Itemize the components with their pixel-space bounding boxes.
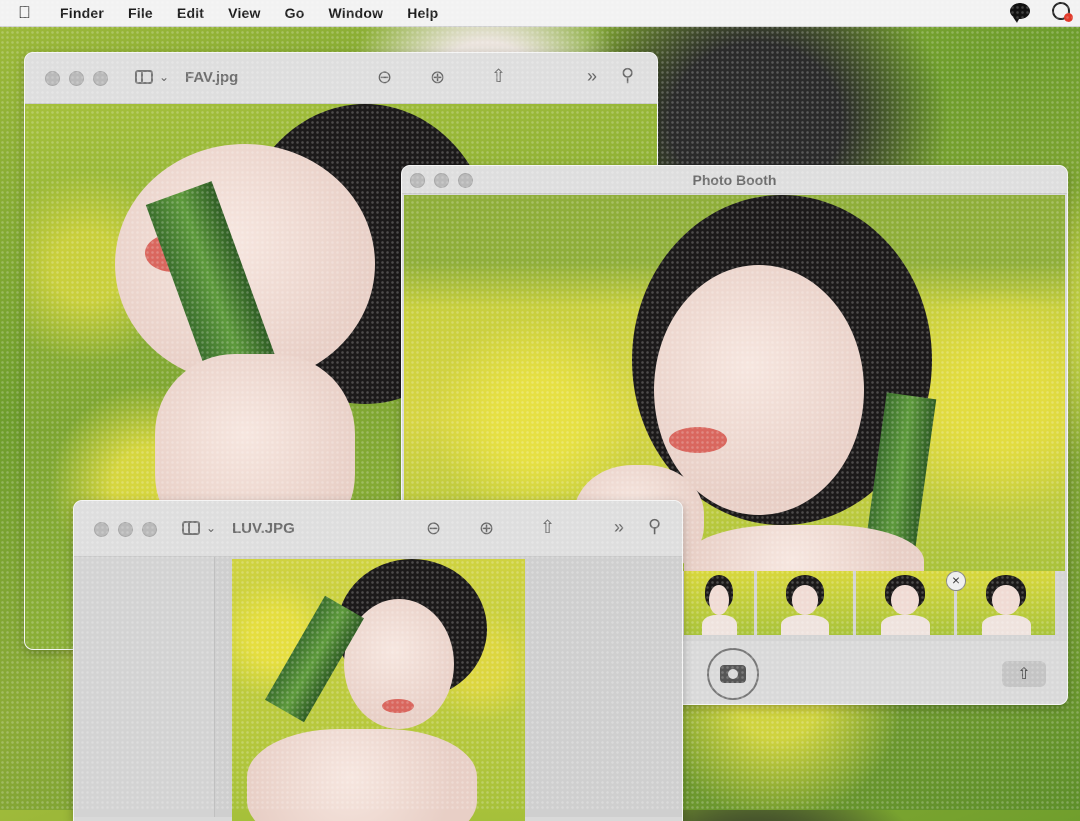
- menu-app-name[interactable]: Finder: [60, 5, 104, 21]
- window-controls: [45, 71, 108, 86]
- titlebar-fav[interactable]: ⌄ FAV.jpg ⊖ ⊕ ⇧ » ⚲: [25, 53, 657, 104]
- menu-edit[interactable]: Edit: [177, 5, 204, 21]
- menu-go[interactable]: Go: [285, 5, 305, 21]
- window-title: FAV.jpg: [185, 69, 239, 86]
- titlebar-luv[interactable]: ⌄ LUV.JPG ⊖ ⊕ ⇧ » ⚲: [74, 501, 682, 557]
- chevron-double-right-icon[interactable]: »: [587, 67, 597, 85]
- zoom-out-icon[interactable]: ⊖: [426, 519, 441, 537]
- menu-view[interactable]: View: [228, 5, 260, 21]
- minimize-button[interactable]: [118, 522, 133, 537]
- thumbnail-4[interactable]: [957, 571, 1055, 635]
- zoom-out-icon[interactable]: ⊖: [377, 68, 392, 86]
- share-icon[interactable]: ⇧: [540, 518, 555, 536]
- zoom-button[interactable]: [93, 71, 108, 86]
- zoom-button[interactable]: [142, 522, 157, 537]
- share-icon[interactable]: ⇧: [491, 67, 506, 85]
- titlebar-photobooth[interactable]: Photo Booth: [402, 166, 1067, 194]
- share-icon: ⇧: [1017, 666, 1031, 683]
- photo-luv: [232, 559, 525, 821]
- window-title: LUV.JPG: [232, 520, 295, 537]
- sidebar-toggle-icon[interactable]: [182, 521, 200, 535]
- chevron-down-icon[interactable]: ⌄: [159, 68, 169, 86]
- close-button[interactable]: [94, 522, 109, 537]
- thumbnail-3[interactable]: [856, 571, 954, 635]
- chat-bubble-icon[interactable]: [1010, 3, 1030, 23]
- search-icon[interactable]: ⚲: [648, 517, 661, 535]
- chevron-down-icon[interactable]: ⌄: [206, 519, 216, 537]
- control-center-icon[interactable]: [1052, 2, 1073, 22]
- window-controls: [94, 522, 157, 537]
- camera-button[interactable]: [707, 648, 759, 700]
- menu-help[interactable]: Help: [407, 5, 438, 21]
- minimize-button[interactable]: [69, 71, 84, 86]
- share-button[interactable]: ⇧: [1002, 661, 1046, 687]
- zoom-in-icon[interactable]: ⊕: [479, 519, 494, 537]
- menu-window[interactable]: Window: [328, 5, 383, 21]
- thumbnail-1[interactable]: [684, 571, 754, 635]
- sidebar: [74, 557, 215, 817]
- close-button[interactable]: [45, 71, 60, 86]
- sidebar-toggle-icon[interactable]: [135, 70, 153, 84]
- search-icon[interactable]: ⚲: [621, 66, 634, 84]
- apple-icon[interactable]: : [18, 3, 38, 23]
- camera-icon: [720, 665, 746, 683]
- preview-window-luv: ⌄ LUV.JPG ⊖ ⊕ ⇧ » ⚲: [73, 500, 683, 821]
- zoom-in-icon[interactable]: ⊕: [430, 68, 445, 86]
- menu-bar:  Finder File Edit View Go Window Help: [0, 0, 1080, 27]
- delete-thumbnail-icon[interactable]: ×: [946, 571, 966, 591]
- window-title: Photo Booth: [692, 172, 777, 188]
- thumbnail-2[interactable]: [757, 571, 853, 635]
- chevron-double-right-icon[interactable]: »: [614, 518, 624, 536]
- menu-file[interactable]: File: [128, 5, 153, 21]
